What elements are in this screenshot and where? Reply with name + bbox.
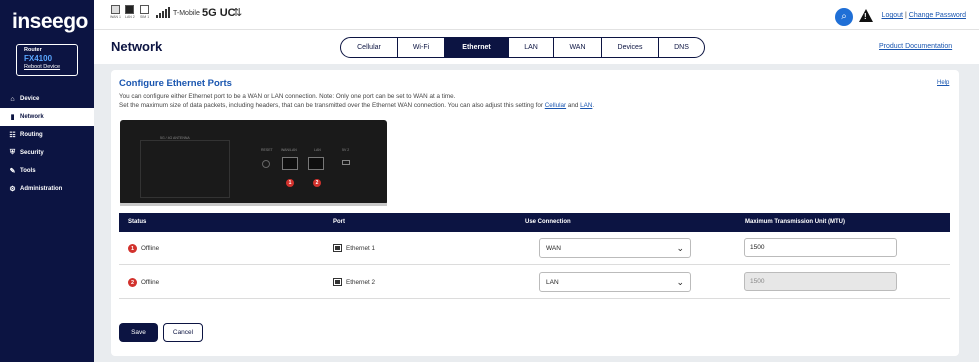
description-line-2: Set the maximum size of data packets, in… [119,102,595,109]
router-label: Router [24,47,42,53]
sidebar-item-network[interactable]: ▮ Network [0,108,94,126]
card-title: Configure Ethernet Ports [119,78,232,89]
chevron-down-icon: ⌄ [676,243,684,253]
ethernet-port-2-icon [308,157,324,170]
reboot-device-link[interactable]: Reboot Device [24,63,77,71]
connection-select-1[interactable]: WAN ⌄ [539,238,691,258]
port-2-marker: 2 [313,179,321,187]
router-rear-panel-image: 5G / 4G ANTENNA RESET WAN/LAN LAN 5V 2 1… [120,120,387,205]
home-icon: ⌂ [10,95,15,103]
network-tabs: Cellular Wi-Fi Ethernet LAN WAN Devices … [340,37,705,58]
header-mtu: Maximum Transmission Unit (MTU) [745,219,846,225]
ethernet-icon [333,244,342,252]
sidebar-item-tools[interactable]: ✎ Tools [0,162,94,180]
top-bar: WAN 1 LAN 2 SIM 1 T-Mobile 5G UC ⇅ ⌕ ! L… [94,0,979,30]
header-port: Port [333,219,345,225]
port-status: 1 Offline [128,244,159,253]
ethernet-icon [333,278,342,286]
mtu-input-2: 1500 [744,272,897,291]
tab-wifi[interactable]: Wi-Fi [398,38,445,57]
cancel-button[interactable]: Cancel [163,323,203,342]
warning-icon[interactable]: ! [859,9,873,22]
sidebar: inseego Router FX4100 Reboot Device ⌂ Dev… [0,0,94,362]
data-transfer-icon: ⇅ [233,7,243,19]
search-button[interactable]: ⌕ [835,8,853,26]
connection-select-2[interactable]: LAN ⌄ [539,272,691,292]
sidebar-item-administration[interactable]: ⚙ Administration [0,180,94,198]
mtu-input-1[interactable]: 1500 [744,238,897,257]
cellular-link[interactable]: Cellular [545,102,566,109]
header-status: Status [128,219,147,225]
tab-devices[interactable]: Devices [602,38,659,57]
header-connection: Use Connection [525,219,571,225]
router-info-box: Router FX4100 Reboot Device [16,44,78,76]
change-password-link[interactable]: Change Password [909,12,966,19]
network-generation: 5G UC [202,7,236,19]
router-model: FX4100 [24,54,53,63]
port-number-badge: 2 [128,278,137,287]
port-name: Ethernet 1 [333,244,375,252]
product-documentation-link[interactable]: Product Documentation [879,43,952,50]
port-1-marker: 1 [286,179,294,187]
account-links: Logout | Change Password [881,12,966,19]
table-row: 2 Offline Ethernet 2 LAN ⌄ 1500 [119,266,950,299]
gear-icon: ⚙ [9,186,16,193]
signal-bars-icon: ▮ [10,114,15,121]
port-number-badge: 1 [128,244,137,253]
router-base [120,203,387,206]
sidebar-item-routing[interactable]: ☷ Routing [0,126,94,144]
page-title: Network [111,39,163,54]
port-status: 2 Offline [128,278,159,287]
wrench-icon: ✎ [9,168,16,175]
wan1-status-icon: WAN 1 [110,5,121,19]
logout-link[interactable]: Logout [882,12,903,19]
save-button[interactable]: Save [119,323,158,342]
table-header: Status Port Use Connection Maximum Trans… [119,213,950,232]
ethernet-port-1-icon [282,157,298,170]
port-name: Ethernet 2 [333,278,375,286]
carrier-name: T-Mobile [173,10,200,17]
lan2-status-icon: LAN 2 [125,5,135,19]
tab-dns[interactable]: DNS [659,38,704,57]
routing-icon: ☷ [9,132,16,139]
inseego-logo[interactable]: inseego [12,10,88,34]
reset-hole-icon [262,160,270,168]
usb-port-icon [342,160,350,165]
tab-lan[interactable]: LAN [509,38,554,57]
help-link[interactable]: Help [937,80,949,86]
sidebar-item-security[interactable]: ⛨ Security [0,144,94,162]
lan-link[interactable]: LAN [580,102,592,109]
description-line-1: You can configure either Ethernet port t… [119,93,456,100]
chevron-down-icon: ⌄ [676,277,684,287]
sim-status-icon: SIM 1 [140,5,149,19]
shield-icon: ⛨ [9,149,16,156]
sidebar-item-device[interactable]: ⌂ Device [0,90,94,108]
search-icon: ⌕ [841,11,847,22]
tab-cellular[interactable]: Cellular [341,38,398,57]
table-row: 1 Offline Ethernet 1 WAN ⌄ 1500 [119,232,950,265]
signal-strength-icon [156,7,170,18]
tab-wan[interactable]: WAN [554,38,602,57]
tab-ethernet[interactable]: Ethernet [445,38,509,57]
sidebar-nav: ⌂ Device ▮ Network ☷ Routing ⛨ Security ✎ Too… [0,90,94,198]
